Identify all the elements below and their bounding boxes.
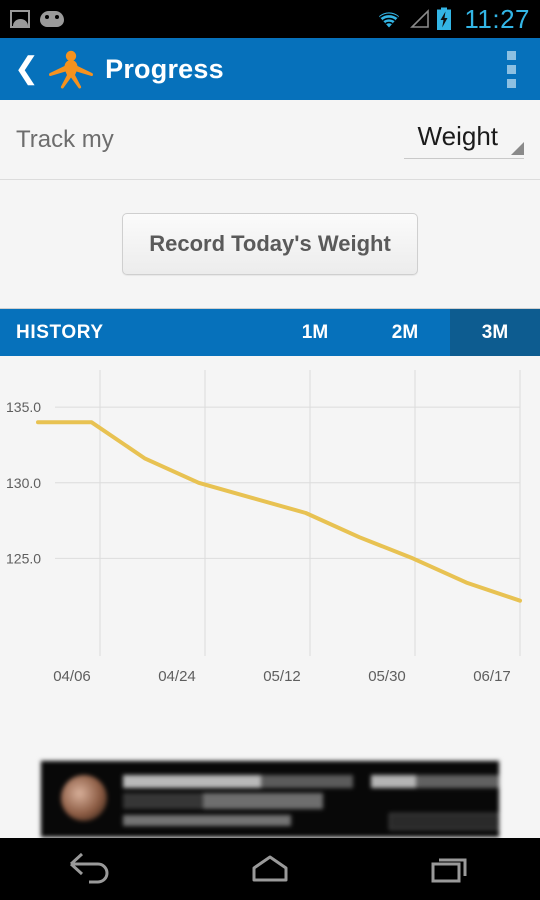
ad-thumbnail-icon [61, 775, 107, 821]
battery-charging-icon [437, 7, 452, 30]
app-screen: 11:27 ❮ Progress Track my Weight Record … [0, 0, 540, 900]
tab-range-1m[interactable]: 1M [270, 309, 360, 356]
weight-history-chart[interactable]: 135.0 130.0 125.0 04/06 04/24 05/12 05/30 06/1… [0, 356, 540, 746]
ad-text-line [371, 775, 499, 788]
page-title: Progress [105, 53, 224, 84]
metric-spinner-value: Weight [417, 120, 498, 151]
status-bar: 11:27 [0, 0, 540, 38]
overflow-menu-icon[interactable] [497, 45, 526, 94]
chart-y-tick-label: 125.0 [6, 550, 41, 566]
ad-text-line [123, 793, 323, 809]
chart-y-axis-labels: 135.0 130.0 125.0 [6, 399, 41, 566]
android-navigation-bar [0, 838, 540, 900]
signal-icon [410, 9, 430, 28]
back-nav-icon[interactable] [0, 852, 180, 886]
weight-data-line [36, 420, 522, 603]
chart-x-tick-label: 04/06 [53, 668, 91, 685]
chart-x-tick-label: 05/12 [263, 668, 301, 685]
wifi-icon [379, 12, 400, 28]
record-button-container: Record Today's Weight [0, 180, 540, 308]
metric-spinner[interactable]: Weight [404, 121, 524, 159]
chart-x-axis-labels: 04/06 04/24 05/12 05/30 06/17 [53, 668, 511, 685]
back-chevron-icon[interactable]: ❮ [14, 54, 39, 84]
action-bar: ❮ Progress [0, 38, 540, 100]
chart-canvas: 135.0 130.0 125.0 04/06 04/24 05/12 05/30 06/1… [6, 370, 522, 685]
ad-text-line [123, 775, 353, 788]
ad-cta-button[interactable] [389, 813, 499, 830]
ad-banner[interactable] [40, 760, 500, 838]
history-label: HISTORY [16, 321, 104, 343]
chart-x-tick-label: 05/30 [368, 668, 406, 685]
chart-y-tick-label: 135.0 [6, 399, 41, 415]
status-bar-right-icons: 11:27 [376, 4, 530, 35]
android-head-icon [40, 11, 64, 27]
home-nav-icon[interactable] [180, 852, 360, 886]
track-my-label: Track my [16, 125, 114, 153]
history-tab-bar: HISTORY 1M 2M 3M [0, 308, 540, 356]
chart-y-tick-label: 130.0 [6, 475, 41, 491]
chart-x-tick-label: 06/17 [473, 668, 511, 685]
status-bar-left-icons [10, 10, 64, 28]
recents-nav-icon[interactable] [360, 852, 540, 886]
jumping-person-logo [49, 50, 94, 89]
chart-horizontal-gridlines [55, 406, 520, 559]
track-metric-row: Track my Weight [0, 100, 540, 180]
tab-range-2m[interactable]: 2M [360, 309, 450, 356]
ad-text-line [123, 815, 291, 826]
status-bar-clock: 11:27 [464, 3, 530, 34]
spinner-caret-icon [511, 141, 524, 155]
record-todays-weight-button[interactable]: Record Today's Weight [122, 213, 418, 275]
photo-icon [10, 10, 30, 28]
chart-x-tick-label: 04/24 [158, 668, 196, 685]
tab-range-3m[interactable]: 3M [450, 309, 540, 356]
